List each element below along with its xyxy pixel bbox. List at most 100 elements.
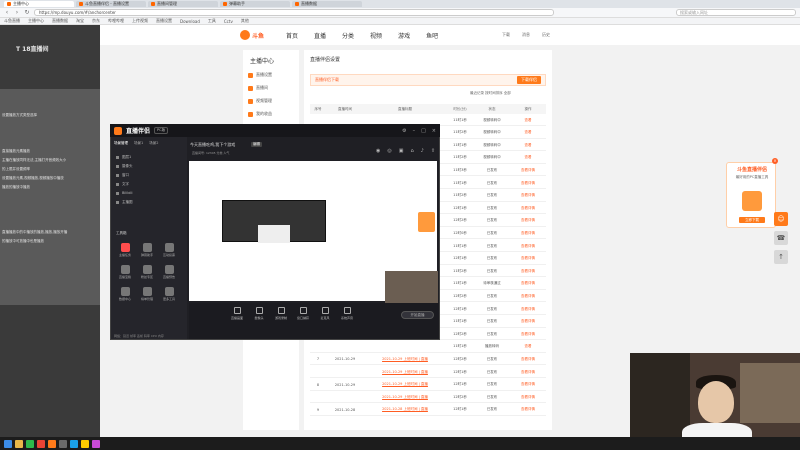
- source-button[interactable]: 窗口捕获: [294, 307, 312, 321]
- bookmark-item[interactable]: Cctv: [224, 19, 233, 24]
- start-icon[interactable]: [4, 439, 12, 448]
- close-icon[interactable]: ×: [432, 128, 436, 134]
- source-button[interactable]: 系统声音: [338, 307, 356, 321]
- refresh-icon[interactable]: ↻: [24, 9, 30, 16]
- table-cell[interactable]: 查看详情: [510, 193, 546, 198]
- table-cell[interactable]: 查看: [510, 155, 546, 160]
- tab-scene-1[interactable]: 场景1: [134, 141, 143, 146]
- browser-tab[interactable]: 直播数据: [292, 1, 362, 7]
- source-button[interactable]: 摄像头: [250, 307, 268, 321]
- lock-icon[interactable]: ⌂: [410, 148, 413, 154]
- table-cell[interactable]: 2021-10-29 上班时间 | 直播: [364, 382, 446, 387]
- browser-tab[interactable]: 弹幕助手: [220, 1, 290, 7]
- table-cell[interactable]: 2021-10-29 上班时间 | 直播: [364, 357, 446, 362]
- scene-item[interactable]: 摄像头: [116, 164, 133, 169]
- app-icon[interactable]: [37, 439, 45, 448]
- table-cell[interactable]: 2021-10-28 上班时间 | 直播: [364, 407, 446, 412]
- nav-item[interactable]: 分类: [342, 31, 354, 40]
- table-cell[interactable]: 查看详情: [510, 218, 546, 223]
- promo-card[interactable]: 斗鱼直播伴侣 最好用的PC直播工具 立即下载: [726, 162, 776, 228]
- tool-button[interactable]: 粉丝专区: [138, 265, 156, 279]
- scene-item[interactable]: Bilibili: [116, 191, 132, 195]
- app-icon[interactable]: [59, 439, 67, 448]
- table-cell[interactable]: 查看详情: [510, 281, 546, 286]
- bookmark-item[interactable]: 斗鱼直播: [4, 18, 20, 24]
- tool-button[interactable]: 更多工具: [160, 287, 178, 301]
- browser-tab[interactable]: 斗鱼直播伴侣 - 直播设置: [76, 1, 146, 7]
- feedback-icon[interactable]: ☺: [774, 212, 788, 226]
- mic-icon[interactable]: ◎: [387, 148, 391, 154]
- browser-tab[interactable]: 直播间管理: [148, 1, 218, 7]
- promo-download-button[interactable]: 立即下载: [739, 217, 765, 223]
- folder-icon[interactable]: [15, 439, 23, 448]
- maximize-icon[interactable]: □: [421, 128, 426, 134]
- url-input[interactable]: https://mp.douyu.com/#/anchorcenter: [34, 9, 554, 16]
- table-cell[interactable]: 查看详情: [510, 395, 546, 400]
- camera-icon[interactable]: ◉: [376, 148, 380, 154]
- table-cell[interactable]: 查看: [510, 143, 546, 148]
- bookmark-item[interactable]: 工具: [208, 18, 216, 24]
- tool-button[interactable]: 直播宝箱: [116, 265, 134, 279]
- share-icon[interactable]: ⇪: [431, 148, 435, 154]
- app-icon[interactable]: [81, 439, 89, 448]
- source-button[interactable]: 游戏录制: [272, 307, 290, 321]
- table-cell[interactable]: 查看详情: [510, 269, 546, 274]
- tool-button[interactable]: 互动投票: [160, 243, 178, 257]
- browser-icon[interactable]: [26, 439, 34, 448]
- table-cell[interactable]: 查看详情: [510, 307, 546, 312]
- browser-tab[interactable]: 主播中心: [4, 1, 74, 7]
- bookmark-item[interactable]: 哔哩哔哩: [108, 18, 124, 24]
- scene-item[interactable]: 窗口: [116, 173, 129, 178]
- table-cell[interactable]: 查看: [510, 344, 546, 349]
- service-icon[interactable]: ☎: [774, 231, 788, 245]
- table-filters[interactable]: 最近记录 按时间排序 全部: [470, 91, 511, 96]
- scene-item[interactable]: 主播图: [116, 200, 133, 205]
- bookmark-item[interactable]: 其他: [241, 18, 249, 24]
- table-cell[interactable]: 查看: [510, 130, 546, 135]
- table-cell[interactable]: 查看详情: [510, 370, 546, 375]
- table-cell[interactable]: 2021-10-29 上班时间 | 直播: [364, 395, 446, 400]
- minimize-icon[interactable]: –: [413, 128, 416, 134]
- settings-icon[interactable]: ⚙: [402, 128, 406, 134]
- preview-camera-overlay[interactable]: [385, 271, 438, 304]
- browser-search-input[interactable]: 搜索或输入网址: [676, 9, 796, 16]
- stream-title[interactable]: 今天直播吃鸡,我下个游戏: [190, 142, 235, 148]
- nav-item[interactable]: 视频: [370, 31, 382, 40]
- screenshot-icon[interactable]: ▣: [399, 148, 404, 154]
- bookmark-item[interactable]: 直播数据: [52, 18, 68, 24]
- back-to-top-icon[interactable]: ↑: [774, 250, 788, 264]
- table-cell[interactable]: 查看详情: [510, 256, 546, 261]
- bookmark-item[interactable]: 主播中心: [28, 18, 44, 24]
- table-cell[interactable]: 查看详情: [510, 319, 546, 324]
- table-cell[interactable]: 查看详情: [510, 181, 546, 186]
- bookmark-item[interactable]: 京东: [92, 18, 100, 24]
- download-link[interactable]: 下载: [502, 32, 510, 38]
- bookmark-item[interactable]: Download: [180, 19, 200, 24]
- table-cell[interactable]: 查看详情: [510, 294, 546, 299]
- tool-button[interactable]: 直播预告: [160, 265, 178, 279]
- douyu-icon[interactable]: [48, 439, 56, 448]
- forward-icon[interactable]: ›: [14, 9, 20, 16]
- nav-item[interactable]: 游戏: [398, 31, 410, 40]
- scene-item[interactable]: 图层1: [116, 155, 131, 160]
- back-icon[interactable]: ‹: [4, 9, 10, 16]
- table-cell[interactable]: 查看详情: [510, 382, 546, 387]
- tool-button[interactable]: 弹幕助手: [138, 243, 156, 257]
- bookmark-item[interactable]: 上传视频: [132, 18, 148, 24]
- messages-link[interactable]: 消息: [522, 32, 530, 38]
- left-menu-item[interactable]: 直播间: [248, 83, 298, 93]
- nav-item[interactable]: 鱼吧: [426, 31, 438, 40]
- start-live-button[interactable]: 开始直播: [401, 311, 434, 319]
- scene-item[interactable]: 文字: [116, 182, 129, 187]
- table-cell[interactable]: 查看详情: [510, 357, 546, 362]
- download-button[interactable]: 下载伴侣: [517, 76, 541, 84]
- table-cell[interactable]: 2021-10-29 上班时间 | 直播: [364, 370, 446, 375]
- source-button[interactable]: 麦克风: [316, 307, 334, 321]
- table-cell[interactable]: 查看详情: [510, 244, 546, 249]
- app-icon[interactable]: [92, 439, 100, 448]
- tab-scene-manage[interactable]: 场景管理: [114, 141, 128, 146]
- history-link[interactable]: 历史: [542, 32, 550, 38]
- table-cell[interactable]: 查看详情: [510, 407, 546, 412]
- table-cell[interactable]: 查看详情: [510, 206, 546, 211]
- volume-icon[interactable]: ♪: [421, 148, 424, 154]
